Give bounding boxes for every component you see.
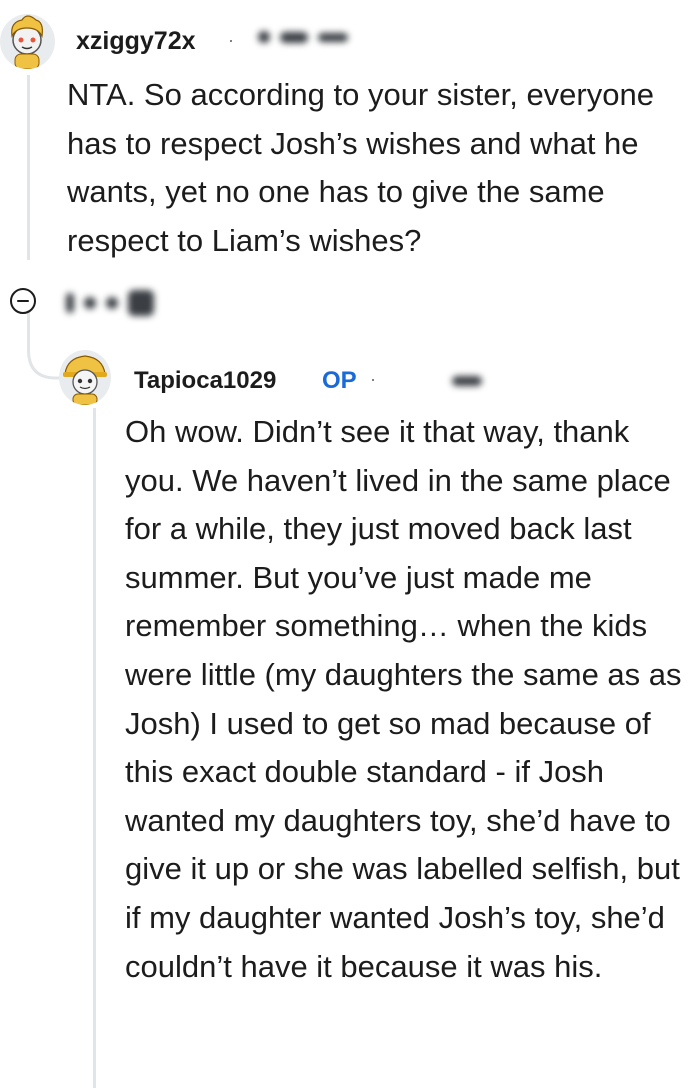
reply-meta-separator: ·	[370, 369, 376, 389]
reply-avatar[interactable]	[59, 350, 111, 405]
redacted-timestamp	[258, 31, 348, 43]
reply-body: Oh wow. Didn’t see it that way, thank yo…	[125, 414, 682, 984]
comment-username[interactable]: xziggy72x	[76, 27, 196, 56]
reply-username[interactable]: Tapioca1029	[134, 367, 276, 395]
snoo-avatar-icon	[0, 14, 55, 69]
comment-body: NTA. So according to your sister, everyo…	[67, 77, 654, 258]
op-badge: OP	[322, 367, 357, 394]
snoo-avatar-hat-icon	[59, 350, 111, 405]
avatar[interactable]	[0, 14, 55, 69]
redacted-vote-actions	[66, 290, 154, 316]
thread-line-reply[interactable]	[93, 408, 96, 1088]
reply-redacted-timestamp	[452, 376, 482, 386]
thread-line-main[interactable]	[27, 75, 30, 260]
meta-separator: ·	[228, 30, 234, 50]
collapse-thread-icon[interactable]	[10, 288, 36, 314]
